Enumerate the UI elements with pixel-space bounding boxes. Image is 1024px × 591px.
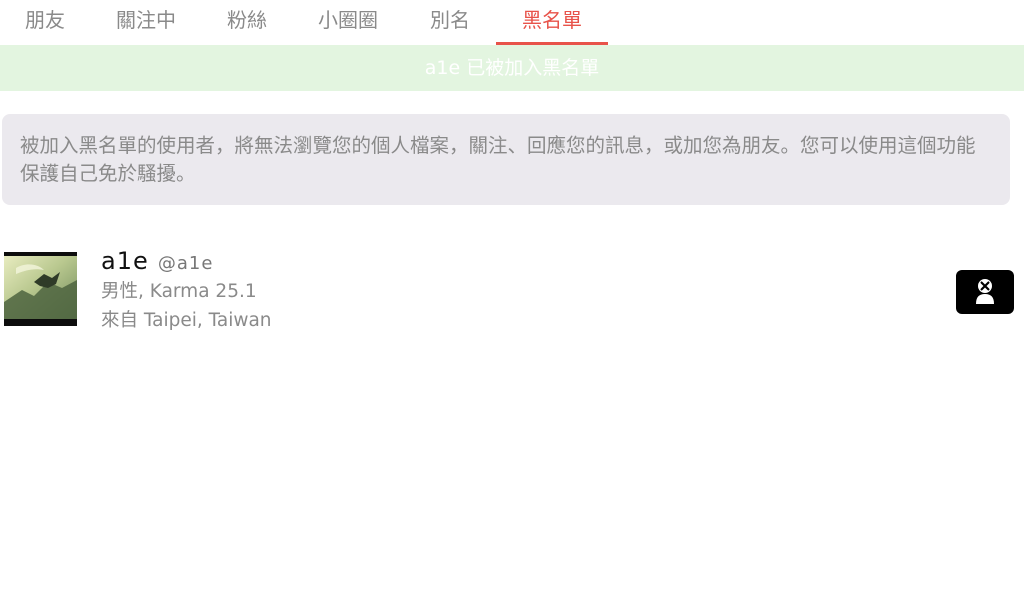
tab-label: 別名 (430, 8, 470, 32)
avatar-image (4, 252, 77, 326)
unblock-button[interactable] (956, 270, 1014, 314)
tab-friends[interactable]: 朋友 (22, 0, 68, 45)
tab-circles[interactable]: 小圈圈 (315, 0, 381, 45)
user-info: a1e @a1e 男性, Karma 25.1 來自 Taipei, Taiwa… (101, 245, 272, 335)
tab-blacklist[interactable]: 黑名單 (496, 0, 608, 45)
tab-label: 黑名單 (522, 8, 582, 32)
tab-aliases[interactable]: 別名 (427, 0, 473, 45)
notice-text: a1e 已被加入黑名單 (424, 57, 600, 79)
user-x-icon (976, 279, 994, 304)
info-text: 被加入黑名單的使用者，將無法瀏覽您的個人檔案，關注、回應您的訊息，或加您為朋友。… (20, 134, 976, 185)
tab-label: 粉絲 (227, 8, 267, 32)
tab-following[interactable]: 關注中 (113, 0, 179, 45)
gender-karma: 男性, Karma 25.1 (101, 281, 257, 302)
tab-label: 朋友 (25, 8, 65, 32)
username[interactable]: a1e (101, 247, 149, 275)
name-line: a1e @a1e (101, 245, 272, 277)
user-location: 來自 Taipei, Taiwan (101, 310, 272, 331)
tab-bar: 朋友 關注中 粉絲 小圈圈 別名 黑名單 (0, 0, 1024, 45)
tab-followers[interactable]: 粉絲 (224, 0, 270, 45)
list-item: a1e @a1e 男性, Karma 25.1 來自 Taipei, Taiwa… (0, 240, 1024, 340)
blocked-notice-banner: a1e 已被加入黑名單 (0, 45, 1024, 91)
tab-label: 小圈圈 (318, 8, 378, 32)
blacklist-info-box: 被加入黑名單的使用者，將無法瀏覽您的個人檔案，關注、回應您的訊息，或加您為朋友。… (2, 114, 1010, 205)
avatar[interactable] (4, 252, 77, 326)
tab-label: 關注中 (116, 8, 176, 32)
user-handle: @a1e (157, 253, 214, 274)
